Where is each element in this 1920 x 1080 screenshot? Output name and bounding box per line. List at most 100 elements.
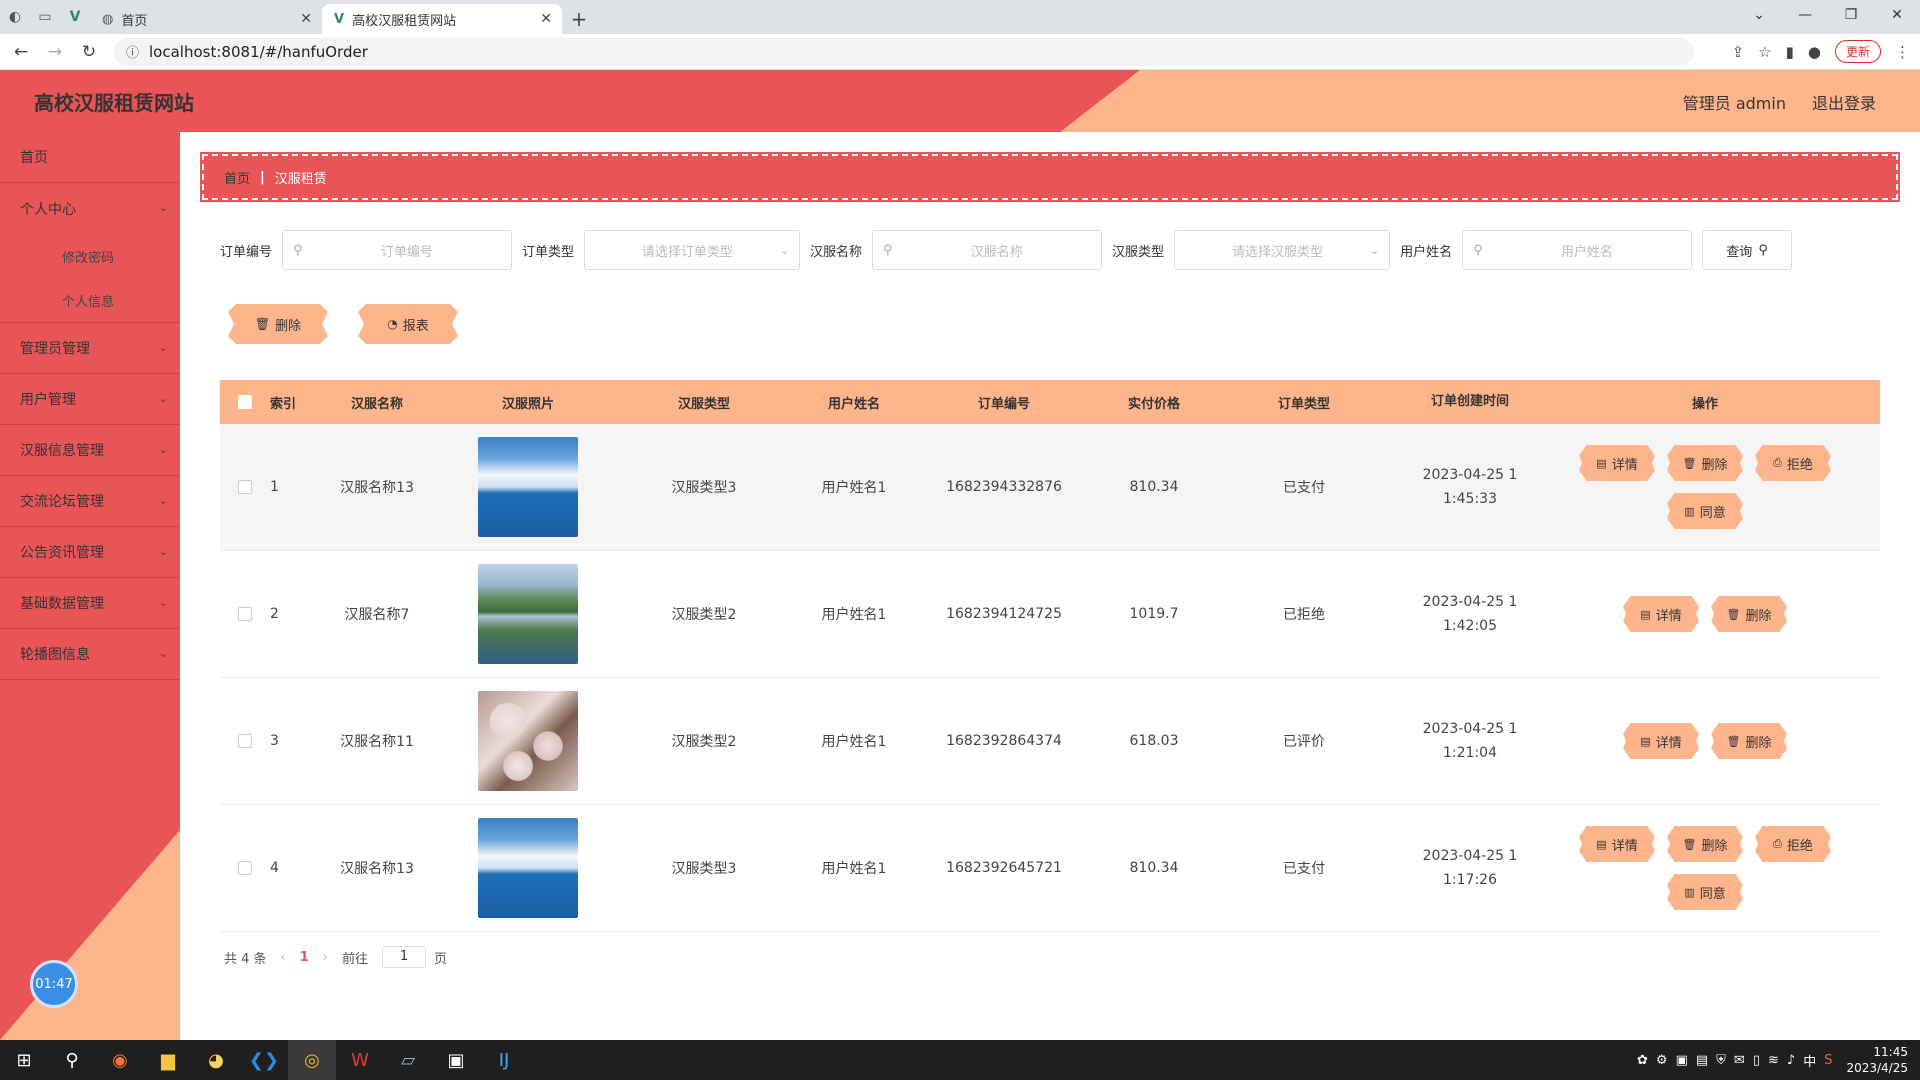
window-close-icon[interactable]: ✕	[1874, 0, 1920, 30]
current-page[interactable]: 1	[300, 950, 309, 965]
sidebar-item-6[interactable]: 公告资讯管理 ⌄	[0, 527, 180, 578]
browser-tab-hanfu[interactable]: V 高校汉服租赁网站 ✕	[322, 4, 562, 34]
more-menu-icon[interactable]: ⋮	[1895, 43, 1910, 61]
sidebar-item-0[interactable]: 首页	[0, 132, 180, 183]
tray-shield-icon[interactable]: ⛨	[1716, 1053, 1726, 1068]
close-icon[interactable]: ✕	[300, 11, 312, 27]
close-icon[interactable]: ✕	[540, 11, 552, 27]
delete-button[interactable]: 🗑 删除	[1711, 596, 1787, 632]
sidebar-item-label: 用户管理	[20, 392, 76, 408]
star-icon[interactable]: ☆	[1758, 43, 1771, 61]
browser-menu-icon[interactable]: ◐	[0, 0, 30, 34]
new-tab-icon[interactable]: +	[562, 4, 596, 34]
reject-button[interactable]: ⎙ 拒绝	[1755, 445, 1831, 481]
user-name-input[interactable]: ⚲ 用户姓名	[1462, 230, 1693, 270]
tab-search-icon[interactable]: ▭	[30, 0, 60, 34]
minimize-icon[interactable]: —	[1782, 0, 1828, 30]
row-checkbox[interactable]	[238, 734, 252, 748]
share-icon[interactable]: ⇪	[1732, 43, 1745, 61]
tray-tool-icon[interactable]: ⚙	[1656, 1053, 1668, 1068]
detail-icon: ▤	[1596, 456, 1607, 470]
bulk-delete-button[interactable]: 🗑 删除	[228, 304, 328, 344]
detail-button[interactable]: ▤ 详情	[1579, 445, 1655, 481]
sidebar-item-4[interactable]: 汉服信息管理 ⌄	[0, 425, 180, 476]
notepad-icon[interactable]: ▱	[384, 1040, 432, 1080]
back-icon[interactable]: ←	[8, 42, 34, 62]
sidepanel-icon[interactable]: ▮	[1786, 43, 1794, 61]
url-field[interactable]: ⓘ localhost:8081/#/hanfuOrder	[114, 37, 1694, 66]
report-button[interactable]: ◔ 报表	[358, 304, 458, 344]
hanfu-type-select[interactable]: 请选择汉服类型 ⌄	[1174, 230, 1391, 270]
query-button[interactable]: 查询 ⚲	[1702, 230, 1793, 270]
delete-button[interactable]: 🗑 删除	[1711, 723, 1787, 759]
volume-icon[interactable]: ♪	[1787, 1053, 1795, 1068]
row-checkbox[interactable]	[238, 861, 252, 875]
goto-page-input[interactable]: 1	[382, 946, 427, 968]
order-type-select[interactable]: 请选择订单类型 ⌄	[584, 230, 801, 270]
row-checkbox[interactable]	[238, 607, 252, 621]
tray-folder-icon[interactable]: ▤	[1696, 1053, 1708, 1068]
sidebar-item-1[interactable]: 个人中心 ⌄	[0, 183, 180, 234]
sidebar-item-3[interactable]: 用户管理 ⌄	[0, 374, 180, 425]
detail-button[interactable]: ▤ 详情	[1623, 723, 1699, 759]
delete-button[interactable]: 🗑 删除	[1667, 445, 1743, 481]
search-icon: ⚲	[883, 242, 893, 258]
hanfu-photo[interactable]	[478, 564, 578, 664]
breadcrumb-home[interactable]: 首页	[224, 168, 250, 187]
pinned-vue-icon[interactable]: V	[60, 0, 90, 34]
tray-wechat-icon[interactable]: ✉	[1734, 1053, 1745, 1068]
tab-list-icon[interactable]: ⌄	[1736, 0, 1782, 30]
forward-icon[interactable]: →	[42, 42, 68, 62]
ime-indicator[interactable]: 中	[1803, 1051, 1816, 1070]
operation-label: 详情	[1611, 457, 1638, 473]
order-no-input[interactable]: ⚲ 订单编号	[282, 230, 513, 270]
chrome-icon[interactable]: ◎	[288, 1040, 336, 1080]
detail-button[interactable]: ▤ 详情	[1579, 826, 1655, 862]
terminal-icon[interactable]: ▣	[432, 1040, 480, 1080]
select-all-checkbox[interactable]	[238, 395, 252, 409]
sidebar-item-8[interactable]: 轮播图信息 ⌄	[0, 629, 180, 680]
window-controls: ⌄ — ❐ ✕	[1736, 0, 1920, 30]
firefox-icon[interactable]: ◉	[96, 1040, 144, 1080]
reload-icon[interactable]: ↻	[76, 42, 102, 62]
sidebar-item-5[interactable]: 交流论坛管理 ⌄	[0, 476, 180, 527]
delete-button[interactable]: 🗑 删除	[1667, 826, 1743, 862]
search-icon[interactable]: ⚲	[48, 1040, 96, 1080]
battery-icon[interactable]: ▯	[1753, 1053, 1760, 1068]
tray-sogou-icon[interactable]: S	[1824, 1053, 1832, 1068]
file-explorer-icon[interactable]: ▆	[144, 1040, 192, 1080]
update-button[interactable]: 更新	[1834, 40, 1881, 63]
browser-tab-home[interactable]: ◍ 首页 ✕	[90, 4, 322, 34]
next-page-icon[interactable]: ›	[323, 950, 328, 965]
tray-app-icon[interactable]: ✿	[1637, 1053, 1648, 1068]
hanfu-photo[interactable]	[478, 437, 578, 537]
vscode-icon[interactable]: ❮❯	[240, 1040, 288, 1080]
hanfu-photo[interactable]	[478, 818, 578, 918]
sidebar-subitem-1[interactable]: 个人信息	[0, 278, 180, 322]
wifi-icon[interactable]: ≋	[1768, 1053, 1779, 1068]
operation-label: 删除	[1701, 838, 1728, 854]
row-checkbox[interactable]	[238, 480, 252, 494]
app-icon[interactable]: ◕	[192, 1040, 240, 1080]
header-price: 实付价格	[1127, 396, 1180, 412]
detail-button[interactable]: ▤ 详情	[1623, 596, 1699, 632]
approve-button[interactable]: ▥ 同意	[1667, 874, 1743, 910]
chevron-down-icon: ⌄	[158, 201, 168, 214]
approve-button[interactable]: ▥ 同意	[1667, 493, 1743, 529]
hanfu-name-input[interactable]: ⚲ 汉服名称	[872, 230, 1103, 270]
intellij-icon[interactable]: IJ	[480, 1040, 528, 1080]
maximize-icon[interactable]: ❐	[1828, 0, 1874, 30]
hanfu-photo[interactable]	[478, 691, 578, 791]
logout-link[interactable]: 退出登录	[1812, 90, 1876, 114]
taskbar-clock[interactable]: 11:45 2023/4/25	[1846, 1044, 1908, 1076]
sidebar-item-2[interactable]: 管理员管理 ⌄	[0, 323, 180, 374]
windows-start-icon[interactable]: ⊞	[0, 1040, 48, 1080]
profile-icon[interactable]: ●	[1808, 43, 1821, 61]
tray-intellij-icon[interactable]: ▣	[1676, 1053, 1688, 1068]
wps-icon[interactable]: W	[336, 1040, 384, 1080]
sidebar-subitem-0[interactable]: 修改密码	[0, 234, 180, 278]
sidebar-item-7[interactable]: 基础数据管理 ⌄	[0, 578, 180, 629]
prev-page-icon[interactable]: ‹	[281, 950, 286, 965]
info-icon[interactable]: ⓘ	[126, 42, 139, 61]
reject-button[interactable]: ⎙ 拒绝	[1755, 826, 1831, 862]
